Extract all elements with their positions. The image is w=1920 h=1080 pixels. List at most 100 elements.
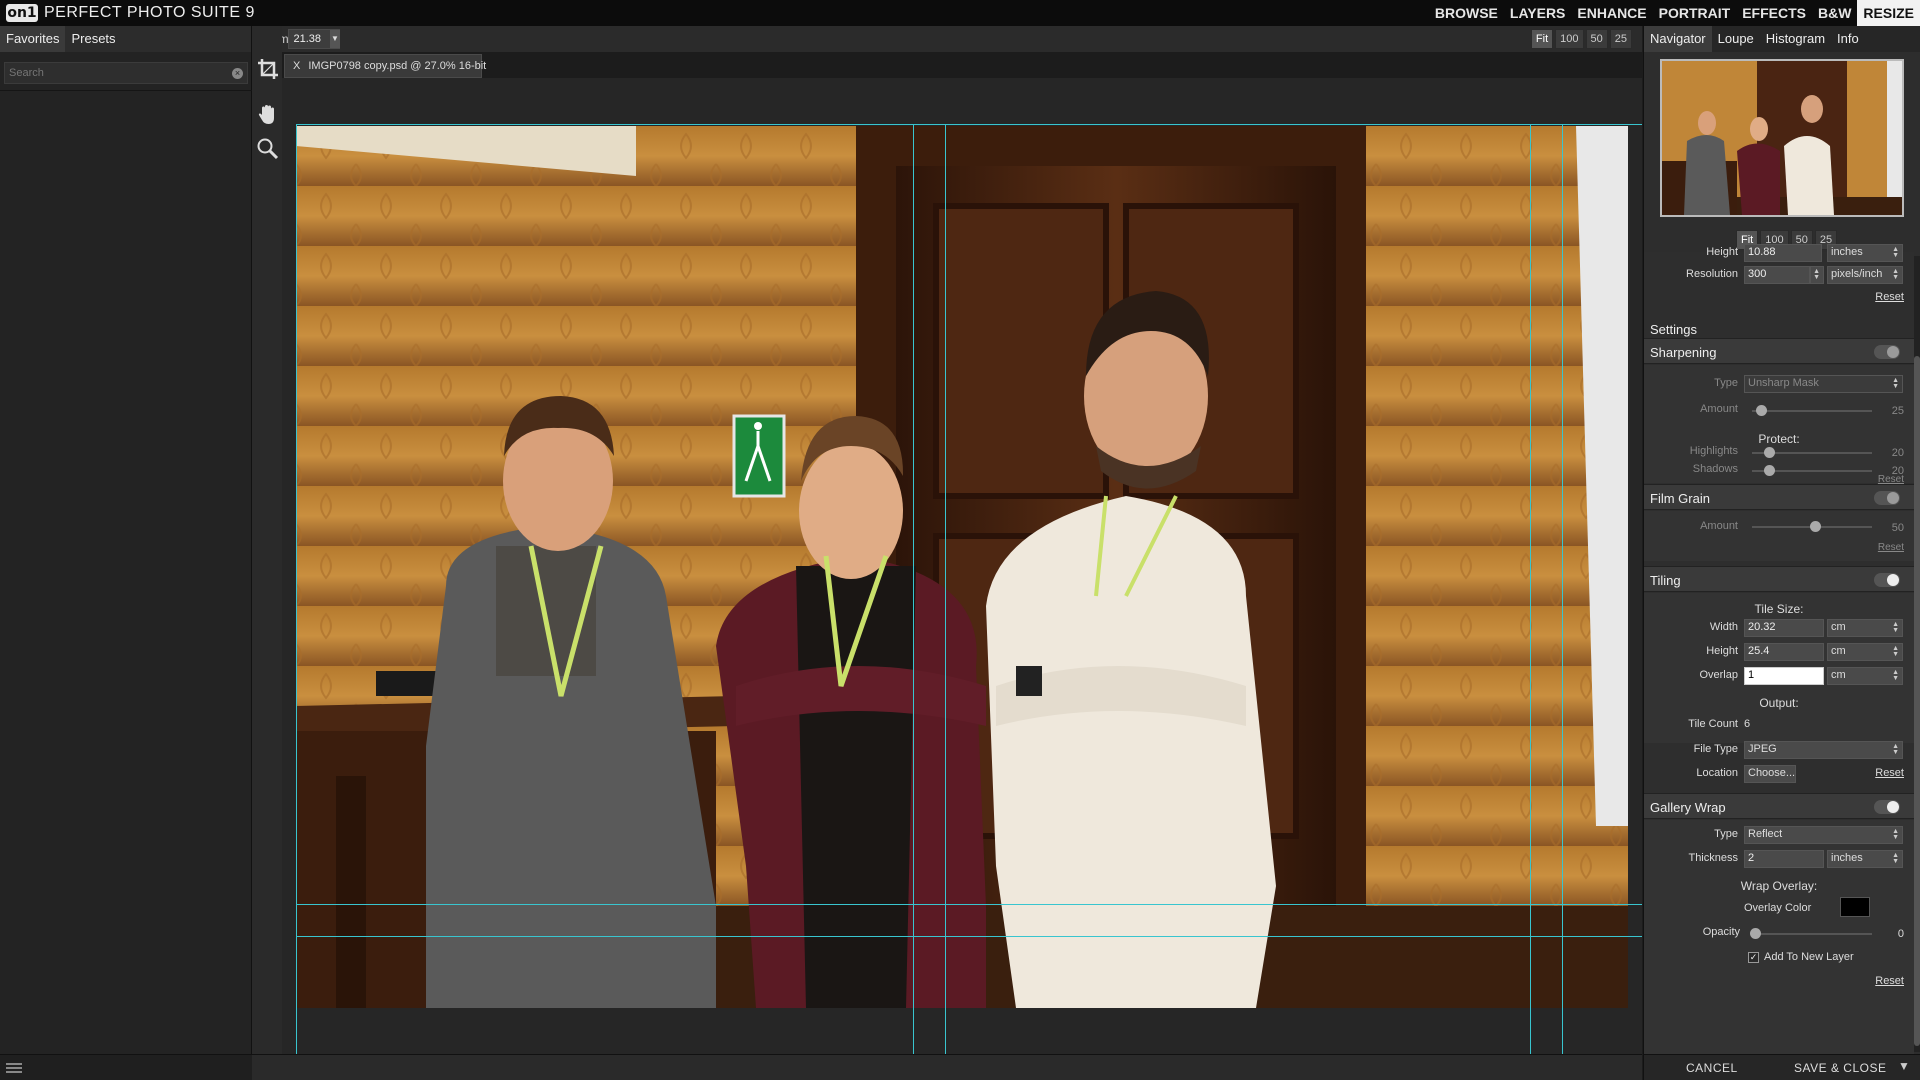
resolution-field[interactable]: 300 — [1744, 266, 1810, 284]
film-grain-amount-value: 50 — [1891, 522, 1904, 534]
scrollbar-thumb[interactable] — [1914, 356, 1920, 1046]
reset-link[interactable]: Reset — [1878, 542, 1904, 553]
slider-knob[interactable] — [1764, 447, 1775, 458]
updown-icon: ▲ ▼ — [1892, 268, 1899, 281]
zoom-dropdown-icon[interactable]: ▼ — [330, 30, 340, 48]
add-to-new-layer-checkbox[interactable]: ✓ — [1748, 952, 1759, 963]
tile-height-field[interactable]: 25.4 — [1744, 643, 1824, 661]
zoom-tool-icon[interactable] — [255, 136, 281, 162]
status-bar — [252, 1054, 1642, 1080]
tab-navigator[interactable]: Navigator — [1644, 26, 1712, 52]
overlap-label: Overlap — [1699, 669, 1738, 681]
file-type-select[interactable]: JPEG ▲ ▼ — [1744, 741, 1903, 759]
tiling-toggle[interactable] — [1874, 573, 1900, 587]
opacity-slider[interactable] — [1750, 928, 1872, 939]
tab-favorites[interactable]: Favorites — [0, 26, 66, 52]
gallery-wrap-toggle[interactable] — [1874, 800, 1900, 814]
sharpening-amount-slider[interactable] — [1752, 405, 1872, 416]
tile-width-field[interactable]: 20.32 — [1744, 619, 1824, 637]
reset-link[interactable]: Reset — [1875, 291, 1904, 303]
zoom-25-button[interactable]: 25 — [1609, 29, 1632, 49]
height-unit-select[interactable]: inches ▲ ▼ — [1827, 244, 1903, 262]
film-grain-header[interactable]: Film Grain — [1644, 484, 1914, 510]
shadows-label: Shadows — [1692, 463, 1738, 475]
tiling-header[interactable]: Tiling — [1644, 566, 1914, 592]
slider-knob[interactable] — [1750, 928, 1761, 939]
document-tab[interactable]: X IMGP0798 copy.psd @ 27.0% 16-bit — [284, 54, 486, 78]
shadows-slider[interactable] — [1752, 465, 1872, 476]
cancel-button[interactable]: CANCEL — [1686, 1061, 1738, 1075]
resolution-unit-select[interactable]: pixels/inch ▲ ▼ — [1827, 266, 1903, 284]
tile-guide-vertical — [913, 124, 914, 1054]
tool-column — [252, 26, 282, 1080]
sharpening-header[interactable]: Sharpening — [1644, 338, 1914, 364]
module-enhance[interactable]: ENHANCE — [1571, 0, 1652, 26]
output-heading: Output: — [1759, 696, 1799, 710]
updown-icon: ▲ ▼ — [1892, 828, 1899, 841]
panel-menu-icon[interactable] — [6, 1063, 22, 1073]
settings-scroll-area[interactable]: Height 10.88 inches ▲ ▼ Resolution 300 ▲ ▼ … — [1644, 244, 1914, 1060]
updown-icon: ▲ ▼ — [1892, 621, 1899, 634]
tile-width-label: Width — [1709, 621, 1738, 633]
sharpening-toggle[interactable] — [1874, 345, 1900, 359]
overlay-color-swatch[interactable] — [1840, 897, 1870, 917]
app-logo: on1 — [6, 4, 38, 22]
hand-tool-icon[interactable] — [255, 102, 281, 128]
search-input[interactable] — [4, 62, 248, 84]
tile-height-unit-select[interactable]: cm ▲ ▼ — [1827, 643, 1903, 661]
module-bw[interactable]: B&W — [1812, 0, 1857, 26]
module-layers[interactable]: LAYERS — [1504, 0, 1572, 26]
crop-tool-icon[interactable] — [255, 56, 281, 82]
opacity-label: Opacity — [1702, 926, 1740, 938]
title-bar: on1 PERFECT PHOTO SUITE 9 BROWSE LAYERS … — [0, 0, 1920, 26]
tab-info[interactable]: Info — [1831, 26, 1865, 52]
thickness-field[interactable]: 2 — [1744, 850, 1824, 868]
film-grain-amount-label: Amount — [1700, 520, 1738, 532]
module-browse[interactable]: BROWSE — [1429, 0, 1504, 26]
tile-guide-vertical — [1530, 124, 1531, 1054]
slider-knob[interactable] — [1810, 521, 1821, 532]
wrap-type-select[interactable]: Reflect ▲ ▼ — [1744, 826, 1903, 844]
right-tabs: Navigator Loupe Histogram Info — [1644, 26, 1920, 52]
tile-width-unit-select[interactable]: cm ▲ ▼ — [1827, 619, 1903, 637]
zoom-50-button[interactable]: 50 — [1585, 29, 1608, 49]
highlights-slider[interactable] — [1752, 447, 1872, 458]
close-tab-icon[interactable]: X — [293, 60, 300, 72]
overlay-color-label: Overlay Color — [1744, 902, 1812, 914]
zoom-fit-button[interactable]: Fit — [1530, 29, 1554, 49]
tab-histogram[interactable]: Histogram — [1760, 26, 1831, 52]
film-grain-amount-slider[interactable] — [1752, 521, 1872, 532]
left-panel: Favorites Presets × — [0, 26, 252, 1080]
navigator-thumbnail[interactable] — [1660, 59, 1904, 217]
thickness-unit-select[interactable]: inches ▲ ▼ — [1827, 850, 1903, 868]
zoom-buttons: Fit 100 50 25 — [1530, 29, 1632, 49]
choose-location-button[interactable]: Choose... — [1744, 765, 1796, 783]
gallery-wrap-header[interactable]: Gallery Wrap — [1644, 793, 1914, 819]
sharpening-type-select[interactable]: Unsharp Mask ▲ ▼ — [1744, 375, 1903, 393]
reset-link[interactable]: Reset — [1875, 767, 1904, 779]
tile-guide-vertical — [1562, 124, 1563, 1054]
overlap-field[interactable]: 1 — [1744, 667, 1824, 685]
film-grain-toggle[interactable] — [1874, 491, 1900, 505]
highlights-value: 20 — [1891, 447, 1904, 459]
slider-knob[interactable] — [1756, 405, 1767, 416]
height-field[interactable]: 10.88 — [1744, 244, 1822, 262]
divider — [0, 90, 252, 91]
updown-icon: ▲ ▼ — [1892, 743, 1899, 756]
save-options-icon[interactable]: ▼ — [1898, 1059, 1910, 1073]
save-close-button[interactable]: SAVE & CLOSE — [1794, 1061, 1886, 1075]
module-effects[interactable]: EFFECTS — [1736, 0, 1812, 26]
zoom-100-button[interactable]: 100 — [1555, 29, 1584, 49]
tab-presets[interactable]: Presets — [65, 26, 121, 52]
photo-preview[interactable] — [296, 126, 1628, 1008]
tile-size-heading: Tile Size: — [1754, 602, 1804, 616]
overlap-unit-select[interactable]: cm ▲ ▼ — [1827, 667, 1903, 685]
file-type-label: File Type — [1693, 743, 1738, 755]
clear-search-icon[interactable]: × — [232, 68, 243, 79]
module-resize[interactable]: RESIZE — [1857, 0, 1920, 26]
reset-link[interactable]: Reset — [1875, 975, 1904, 987]
slider-knob[interactable] — [1764, 465, 1775, 476]
resolution-stepper[interactable]: ▲ ▼ — [1810, 266, 1824, 284]
module-portrait[interactable]: PORTRAIT — [1653, 0, 1737, 26]
tab-loupe[interactable]: Loupe — [1712, 26, 1760, 52]
